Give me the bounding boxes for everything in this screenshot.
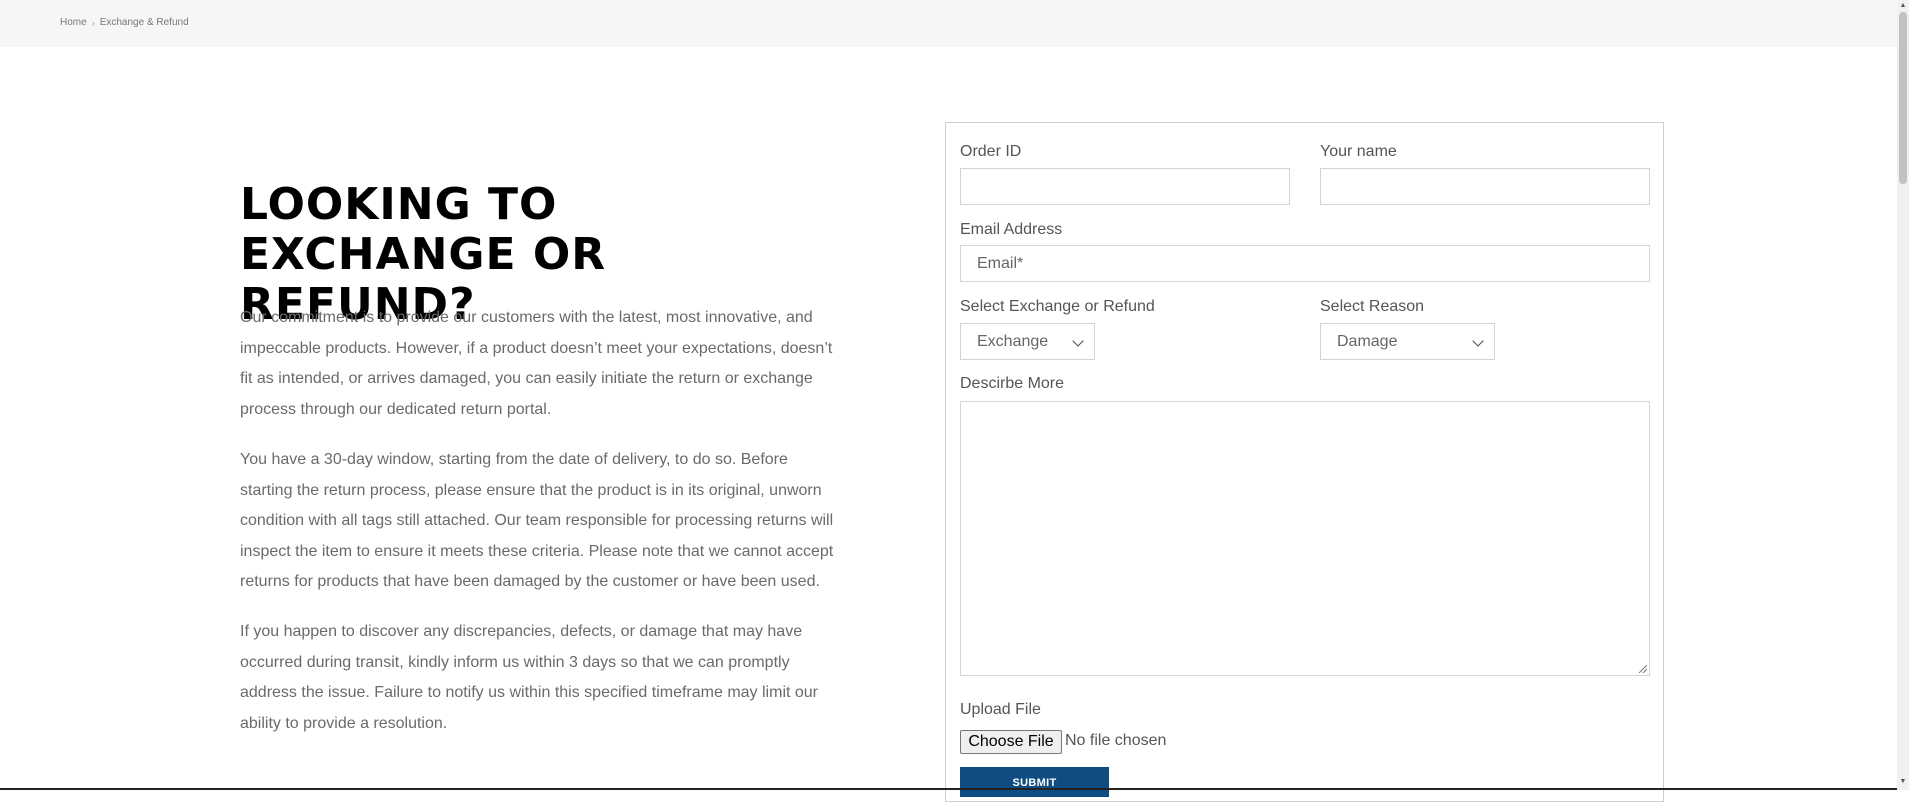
choose-file-button[interactable]: Choose File [960,730,1062,754]
chevron-down-icon [1072,335,1084,347]
email-input[interactable] [960,245,1650,282]
order-id-input[interactable] [960,168,1290,205]
breadcrumb: Home › Exchange & Refund [60,17,189,28]
file-status-text: No file chosen [1065,732,1167,749]
your-name-input[interactable] [1320,168,1650,205]
reason-label: Select Reason [1320,298,1425,315]
breadcrumb-bar: Home › Exchange & Refund [0,0,1897,47]
transit-damage-paragraph: If you happen to discover any discrepanc… [240,623,819,732]
exchange-refund-selected: Exchange [977,332,1049,350]
exchange-refund-label: Select Exchange or Refund [960,298,1155,315]
scroll-down-arrow-icon[interactable]: ▼ [1899,777,1907,787]
breadcrumb-home-link[interactable]: Home [60,17,87,28]
email-label: Email Address [960,221,1063,238]
describe-textarea[interactable] [960,401,1650,676]
scroll-up-arrow-icon[interactable]: ▲ [1899,1,1907,11]
resize-handle-icon[interactable] [1639,665,1647,673]
vertical-scrollbar[interactable]: ▲ ▼ [1897,0,1909,790]
order-id-label: Order ID [960,143,1022,160]
return-window-paragraph: You have a 30-day window, starting from … [240,451,834,590]
your-name-label: Your name [1320,143,1397,160]
describe-label: Descirbe More [960,375,1065,392]
scrollbar-thumb[interactable] [1899,12,1907,184]
reason-select[interactable]: Damage [1320,323,1495,360]
upload-file-label: Upload File [960,701,1041,718]
breadcrumb-current: Exchange & Refund [99,17,189,28]
intro-paragraph: Our commitment is to provide our custome… [240,309,833,418]
breadcrumb-separator-icon: › [91,17,95,28]
reason-selected: Damage [1337,332,1398,350]
exchange-refund-select[interactable]: Exchange [960,323,1095,360]
submit-button[interactable]: SUBMIT [960,767,1109,797]
chevron-down-icon [1472,335,1484,347]
